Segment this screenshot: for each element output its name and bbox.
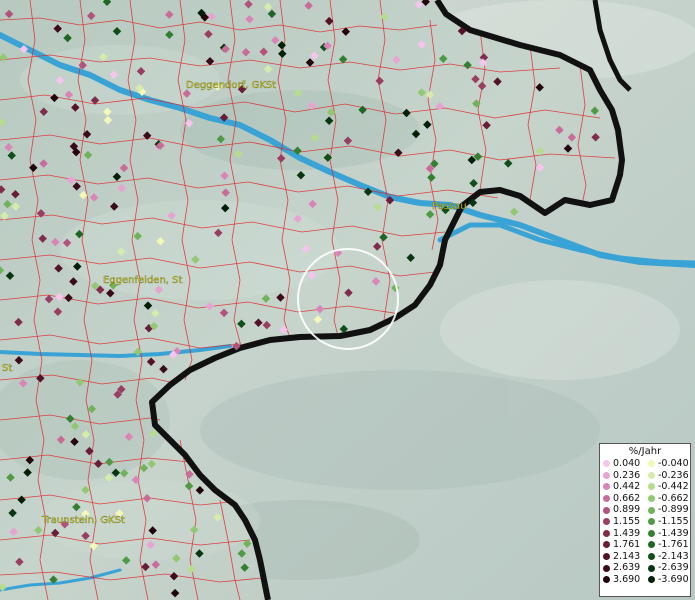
legend-row: -0.442 bbox=[645, 481, 690, 493]
legend-swatch bbox=[603, 506, 610, 514]
legend-value: 0.236 bbox=[613, 469, 641, 481]
legend-row: 0.040 bbox=[600, 458, 645, 470]
legend-swatch bbox=[648, 495, 655, 503]
legend-swatch bbox=[603, 518, 610, 526]
legend-row: -0.236 bbox=[645, 470, 690, 482]
legend-value: 0.899 bbox=[613, 504, 641, 516]
legend-row: -0.899 bbox=[645, 504, 690, 516]
legend-swatch bbox=[648, 529, 655, 537]
legend-swatch bbox=[603, 460, 610, 468]
legend-row: 0.899 bbox=[600, 504, 645, 516]
legend-swatch bbox=[648, 518, 655, 526]
legend-swatch bbox=[603, 529, 610, 537]
legend-negative-column: -0.040 -0.236 -0.442 -0.662 -0.899 -1.155 -1.4… bbox=[645, 458, 690, 586]
legend-swatch bbox=[603, 541, 610, 549]
legend-value: -3.690 bbox=[658, 573, 689, 585]
legend-swatch bbox=[603, 471, 610, 479]
legend-row: -3.690 bbox=[645, 574, 690, 586]
legend-swatch bbox=[648, 460, 655, 468]
legend-row: 1.439 bbox=[600, 528, 645, 540]
place-label-eggenfelden: Eggenfelden, St bbox=[103, 275, 182, 286]
legend-value: 2.639 bbox=[613, 562, 641, 574]
legend-value: 1.761 bbox=[613, 539, 641, 551]
legend-row: 0.662 bbox=[600, 493, 645, 505]
legend-value: -1.761 bbox=[658, 539, 689, 551]
place-label-passau: Passau bbox=[432, 201, 467, 212]
legend-row: -1.155 bbox=[645, 516, 690, 528]
legend-value: 1.439 bbox=[613, 527, 641, 539]
legend-swatch bbox=[648, 471, 655, 479]
legend-value: 0.040 bbox=[613, 458, 641, 469]
legend-swatch bbox=[648, 506, 655, 514]
place-label-deggendorf: Deggendorf, GKSt bbox=[186, 80, 276, 91]
legend-row: 2.143 bbox=[600, 551, 645, 563]
legend-row: -1.439 bbox=[645, 528, 690, 540]
legend: %/Jahr 0.040 0.236 0.442 0.662 0.899 1.155 1.4… bbox=[599, 443, 691, 597]
legend-swatch bbox=[648, 564, 655, 572]
legend-value: -1.439 bbox=[658, 527, 689, 539]
legend-value: -0.442 bbox=[658, 481, 689, 493]
legend-value: 3.690 bbox=[613, 573, 641, 585]
legend-row: 1.761 bbox=[600, 539, 645, 551]
legend-value: -1.155 bbox=[658, 515, 689, 527]
legend-row: 0.236 bbox=[600, 470, 645, 482]
map-canvas[interactable]: Deggendorf, GKSt Passau Eggenfelden, St … bbox=[0, 0, 695, 600]
legend-title: %/Jahr bbox=[628, 446, 662, 457]
legend-value: -0.040 bbox=[658, 458, 689, 469]
legend-row: 3.690 bbox=[600, 574, 645, 586]
legend-row: -1.761 bbox=[645, 539, 690, 551]
legend-row: -0.040 bbox=[645, 458, 690, 470]
legend-swatch bbox=[603, 564, 610, 572]
legend-value: -0.662 bbox=[658, 492, 689, 504]
legend-row: -0.662 bbox=[645, 493, 690, 505]
legend-swatch bbox=[648, 576, 655, 584]
legend-row: -2.639 bbox=[645, 562, 690, 574]
legend-row: -2.143 bbox=[645, 551, 690, 563]
legend-swatch bbox=[648, 553, 655, 561]
legend-value: -2.639 bbox=[658, 562, 689, 574]
legend-value: -0.236 bbox=[658, 469, 689, 481]
legend-swatch bbox=[603, 495, 610, 503]
legend-swatch bbox=[648, 483, 655, 491]
legend-row: 0.442 bbox=[600, 481, 645, 493]
legend-value: 0.442 bbox=[613, 481, 641, 493]
legend-value: -0.899 bbox=[658, 504, 689, 516]
legend-swatch bbox=[648, 541, 655, 549]
legend-row: 2.639 bbox=[600, 562, 645, 574]
legend-value: 2.143 bbox=[613, 550, 641, 562]
legend-swatch bbox=[603, 483, 610, 491]
place-label-st: St bbox=[2, 363, 12, 374]
legend-positive-column: 0.040 0.236 0.442 0.662 0.899 1.155 1.439 1.761… bbox=[600, 458, 645, 586]
legend-swatch bbox=[603, 553, 610, 561]
legend-row: 1.155 bbox=[600, 516, 645, 528]
legend-value: -2.143 bbox=[658, 550, 689, 562]
legend-value: 0.662 bbox=[613, 492, 641, 504]
legend-swatch bbox=[603, 576, 610, 584]
legend-value: 1.155 bbox=[613, 515, 641, 527]
place-label-traunstein: Traunstein, GKSt bbox=[41, 515, 125, 526]
